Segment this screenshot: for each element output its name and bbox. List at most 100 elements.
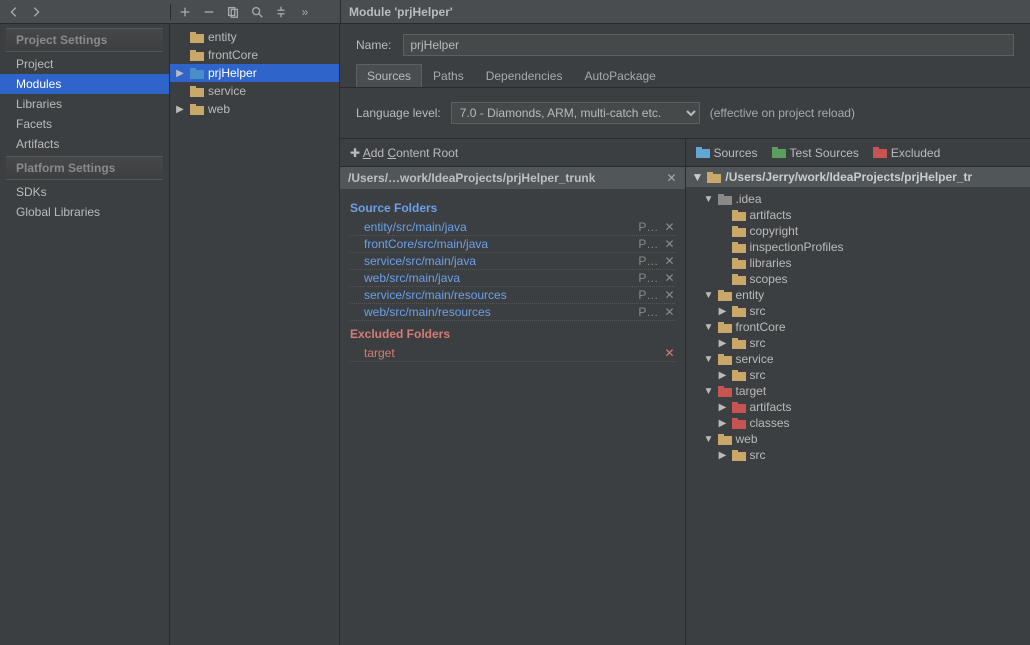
- module-tree-item[interactable]: entity: [170, 28, 339, 46]
- remove-excluded-icon[interactable]: ✕: [664, 346, 674, 360]
- mark-sources-button[interactable]: Sources: [696, 146, 758, 160]
- source-folder-item[interactable]: entity/src/main/java P… ✕: [350, 219, 675, 236]
- nav-modules[interactable]: Modules: [0, 74, 169, 94]
- dir-tree-item[interactable]: ▶src: [690, 335, 1027, 351]
- tab-paths[interactable]: Paths: [422, 64, 475, 87]
- dir-tree-item[interactable]: ▼ web: [690, 431, 1027, 447]
- back-icon[interactable]: [6, 4, 22, 20]
- package-prefix-icon[interactable]: P…: [638, 271, 658, 285]
- dir-tree-item[interactable]: ▼target: [690, 383, 1027, 399]
- remove-icon[interactable]: [201, 4, 217, 20]
- remove-source-icon[interactable]: ✕: [664, 305, 674, 319]
- expand-arrow-icon[interactable]: ▶: [718, 338, 728, 349]
- dir-tree-item[interactable]: ▼frontCore: [690, 319, 1027, 335]
- nav-global-libraries[interactable]: Global Libraries: [0, 202, 169, 222]
- source-folder-path[interactable]: service/src/main/resources: [364, 288, 507, 302]
- add-content-root-button[interactable]: ✚ Add Content Root: [350, 146, 458, 160]
- expand-arrow-icon[interactable]: ▶: [718, 418, 728, 429]
- dir-tree-item[interactable]: inspectionProfiles: [690, 239, 1027, 255]
- expand-arrow-icon[interactable]: ▶: [174, 104, 186, 115]
- expand-arrow-icon[interactable]: ▼: [704, 194, 714, 205]
- nav-sdks[interactable]: SDKs: [0, 182, 169, 202]
- expand-arrow-icon[interactable]: ▼: [704, 290, 714, 301]
- dir-tree-item[interactable]: libraries: [690, 255, 1027, 271]
- package-prefix-icon[interactable]: P…: [638, 237, 658, 251]
- folder-icon: [732, 258, 746, 269]
- dir-tree-item[interactable]: ▶src: [690, 303, 1027, 319]
- source-folder-path[interactable]: web/src/main/resources: [364, 305, 491, 319]
- source-folder-path[interactable]: web/src/main/java: [364, 271, 460, 285]
- module-tree-item[interactable]: service: [170, 82, 339, 100]
- nav-facets[interactable]: Facets: [0, 114, 169, 134]
- remove-source-icon[interactable]: ✕: [664, 288, 674, 302]
- nav-libraries[interactable]: Libraries: [0, 94, 169, 114]
- remove-source-icon[interactable]: ✕: [664, 220, 674, 234]
- mark-test-sources-button[interactable]: Test Sources: [772, 146, 859, 160]
- search-icon[interactable]: [249, 4, 265, 20]
- source-folder-item[interactable]: service/src/main/java P… ✕: [350, 253, 675, 270]
- dir-tree-item[interactable]: ▼entity: [690, 287, 1027, 303]
- nav-project[interactable]: Project: [0, 54, 169, 74]
- more-icon[interactable]: »: [297, 4, 313, 20]
- dir-tree-label: web: [736, 432, 758, 446]
- dir-tree-item[interactable]: scopes: [690, 271, 1027, 287]
- dir-tree-label: src: [750, 448, 766, 462]
- dir-tree-item[interactable]: ▶ src: [690, 447, 1027, 463]
- remove-content-root-icon[interactable]: ✕: [666, 171, 676, 185]
- module-name-input[interactable]: [403, 34, 1014, 56]
- source-folder-item[interactable]: service/src/main/resources P… ✕: [350, 287, 675, 304]
- expand-arrow-icon[interactable]: ▼: [704, 386, 714, 397]
- tab-dependencies[interactable]: Dependencies: [475, 64, 574, 87]
- excluded-folder-item[interactable]: target✕: [350, 345, 675, 362]
- source-folder-item[interactable]: frontCore/src/main/java P… ✕: [350, 236, 675, 253]
- forward-icon[interactable]: [28, 4, 44, 20]
- language-level-select[interactable]: 7.0 - Diamonds, ARM, multi-catch etc.: [451, 102, 700, 124]
- tab-autopackage[interactable]: AutoPackage: [573, 64, 666, 87]
- add-icon[interactable]: [177, 4, 193, 20]
- dir-tree-item[interactable]: copyright: [690, 223, 1027, 239]
- source-folder-path[interactable]: entity/src/main/java: [364, 220, 467, 234]
- copy-icon[interactable]: [225, 4, 241, 20]
- settings-sidebar: Project Settings Project Modules Librari…: [0, 24, 170, 645]
- expand-arrow-icon[interactable]: ▶: [718, 306, 728, 317]
- tab-sources[interactable]: Sources: [356, 64, 422, 87]
- dir-tree-label: scopes: [750, 272, 788, 286]
- dir-tree-item[interactable]: ▼.idea: [690, 191, 1027, 207]
- folder-icon: [718, 386, 732, 397]
- package-prefix-icon[interactable]: P…: [638, 220, 658, 234]
- source-folder-item[interactable]: web/src/main/resources P… ✕: [350, 304, 675, 321]
- remove-source-icon[interactable]: ✕: [664, 254, 674, 268]
- expand-arrow-icon[interactable]: ▼: [704, 434, 714, 445]
- expand-all-icon[interactable]: [273, 4, 289, 20]
- expand-arrow-icon[interactable]: ▶: [718, 450, 728, 461]
- dir-tree-item[interactable]: artifacts: [690, 207, 1027, 223]
- dir-tree-root[interactable]: ▼ /Users/Jerry/work/IdeaProjects/prjHelp…: [686, 167, 1030, 187]
- folder-icon: [732, 402, 746, 413]
- nav-artifacts[interactable]: Artifacts: [0, 134, 169, 154]
- expand-arrow-icon[interactable]: ▼: [704, 354, 714, 365]
- dir-tree-item[interactable]: ▼service: [690, 351, 1027, 367]
- module-tree-item[interactable]: ▶web: [170, 100, 339, 118]
- source-folder-item[interactable]: web/src/main/java P… ✕: [350, 270, 675, 287]
- dir-tree-item[interactable]: ▶classes: [690, 415, 1027, 431]
- expand-arrow-icon[interactable]: ▼: [704, 322, 714, 333]
- module-tree-item[interactable]: ▶prjHelper: [170, 64, 339, 82]
- package-prefix-icon[interactable]: P…: [638, 254, 658, 268]
- dir-tree-item[interactable]: ▶artifacts: [690, 399, 1027, 415]
- modules-tree: entityfrontCore▶prjHelperservice▶web: [170, 24, 340, 645]
- expand-arrow-icon[interactable]: ▶: [718, 370, 728, 381]
- mark-excluded-button[interactable]: Excluded: [873, 146, 940, 160]
- source-folders-title: Source Folders: [350, 201, 675, 215]
- dir-tree-item[interactable]: ▶src: [690, 367, 1027, 383]
- dir-tree-label: copyright: [750, 224, 799, 238]
- remove-source-icon[interactable]: ✕: [664, 237, 674, 251]
- expand-arrow-icon[interactable]: ▶: [718, 402, 728, 413]
- module-title: Module 'prjHelper': [340, 0, 1030, 23]
- package-prefix-icon[interactable]: P…: [638, 288, 658, 302]
- source-folder-path[interactable]: service/src/main/java: [364, 254, 476, 268]
- source-folder-path[interactable]: frontCore/src/main/java: [364, 237, 488, 251]
- package-prefix-icon[interactable]: P…: [638, 305, 658, 319]
- expand-arrow-icon[interactable]: ▶: [174, 68, 186, 79]
- module-tree-item[interactable]: frontCore: [170, 46, 339, 64]
- remove-source-icon[interactable]: ✕: [664, 271, 674, 285]
